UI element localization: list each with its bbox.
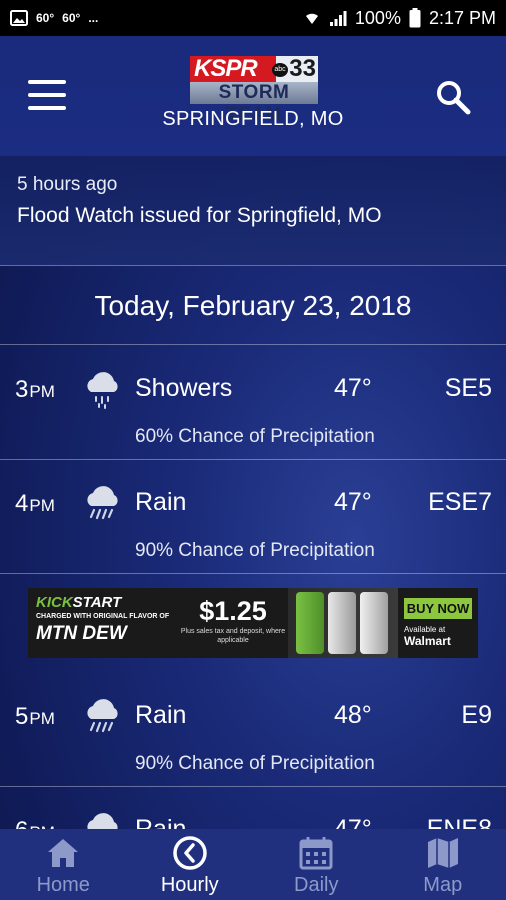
menu-line bbox=[28, 93, 66, 97]
status-bar: 60° 60° ... 100% 2:17 PM bbox=[0, 0, 506, 36]
weather-alert[interactable]: 5 hours ago Flood Watch issued for Sprin… bbox=[0, 156, 506, 266]
map-icon bbox=[427, 838, 458, 868]
battery-icon bbox=[409, 8, 421, 28]
forecast-date: Today, February 23, 2018 bbox=[0, 267, 506, 345]
menu-button[interactable] bbox=[28, 80, 66, 110]
hour-temp: 48° bbox=[334, 701, 372, 729]
home-icon bbox=[48, 839, 79, 867]
alert-time: 5 hours ago bbox=[17, 174, 118, 195]
search-icon[interactable] bbox=[434, 78, 472, 116]
ad-start-text: START bbox=[72, 594, 122, 611]
ad-kickstart: KICKSTART bbox=[36, 594, 170, 611]
nav-map[interactable]: Map bbox=[380, 829, 506, 900]
hour-condition: Rain bbox=[135, 488, 187, 516]
nav-hourly[interactable]: Hourly bbox=[127, 829, 254, 900]
menu-line bbox=[28, 80, 66, 84]
ad-price-block: $1.25 Plus sales tax and deposit, where … bbox=[178, 588, 288, 658]
hourly-row[interactable]: 5PM Rain 48° E9 90% Chance of Precipitat… bbox=[0, 673, 506, 787]
app-header: KSPR 33 abc STORM TEAM SPRINGFIELD, MO bbox=[0, 36, 506, 156]
signal-icon bbox=[329, 11, 347, 26]
ad-cta-block: BUY NOW Available at Walmart bbox=[398, 588, 478, 658]
alert-title: Flood Watch issued for Springfield, MO bbox=[17, 204, 382, 227]
status-temp-1: 60° bbox=[36, 11, 55, 25]
ad-buy-now-button[interactable]: BUY NOW bbox=[404, 598, 472, 619]
rain-icon bbox=[87, 699, 118, 733]
hour-precip: 90% Chance of Precipitation bbox=[135, 753, 375, 774]
battery-percent: 100% bbox=[354, 7, 401, 28]
ad-can bbox=[296, 592, 324, 654]
calendar-icon bbox=[299, 837, 333, 870]
hour-precip: 90% Chance of Precipitation bbox=[135, 540, 375, 561]
nav-home-label: Home bbox=[36, 874, 90, 896]
location-label: SPRINGFIELD, MO bbox=[162, 108, 344, 130]
hourly-row[interactable]: 4PM Rain 47° ESE7 90% Chance of Precipit… bbox=[0, 460, 506, 574]
hour-condition: Rain bbox=[135, 701, 187, 729]
rain-icon bbox=[87, 486, 118, 520]
nav-map-label: Map bbox=[423, 874, 463, 896]
nav-daily-label: Daily bbox=[294, 874, 339, 896]
ad-kick-text: KICK bbox=[36, 594, 73, 611]
advertisement-banner[interactable]: KICKSTART CHARGED WITH ORIGINAL FLAVOR O… bbox=[28, 588, 478, 658]
hour-condition: Showers bbox=[135, 374, 233, 402]
hour-wind: ESE7 bbox=[428, 488, 492, 516]
hour-time: 3PM bbox=[15, 376, 55, 404]
nav-daily[interactable]: Daily bbox=[253, 829, 380, 900]
status-more: ... bbox=[88, 11, 99, 25]
ad-fine-print: Plus sales tax and deposit, where applic… bbox=[180, 628, 286, 644]
hour-ampm: PM bbox=[29, 496, 55, 515]
wifi-icon bbox=[305, 13, 318, 24]
image-icon bbox=[10, 10, 28, 26]
bottom-navigation: Home Hourly Daily Map bbox=[0, 829, 506, 900]
nav-home[interactable]: Home bbox=[0, 829, 127, 900]
hour-temp: 47° bbox=[334, 374, 372, 402]
hour-precip: 60% Chance of Precipitation bbox=[135, 426, 375, 447]
ad-store: Walmart bbox=[404, 634, 451, 648]
status-right: 100% 2:17 PM bbox=[303, 8, 496, 29]
logo-storm-team-text: STORM TEAM bbox=[190, 82, 318, 125]
ad-price: $1.25 bbox=[199, 596, 267, 626]
clock-icon bbox=[173, 836, 207, 870]
ad-available-at: Available at bbox=[404, 625, 446, 634]
ad-subtitle: CHARGED WITH ORIGINAL FLAVOR OF bbox=[36, 613, 170, 620]
logo-abc-badge: abc bbox=[272, 63, 288, 77]
hour-number: 4 bbox=[15, 490, 29, 517]
hourly-row[interactable]: 3PM Showers 47° SE5 60% Chance of Precip… bbox=[0, 346, 506, 460]
hour-temp: 47° bbox=[334, 488, 372, 516]
hour-number: 5 bbox=[15, 703, 29, 730]
showers-icon bbox=[87, 372, 118, 409]
hour-number: 3 bbox=[15, 376, 29, 403]
ad-brand: MTN DEW bbox=[36, 623, 127, 644]
ad-can bbox=[360, 592, 388, 654]
status-left: 60° 60° ... bbox=[10, 10, 98, 26]
hour-time: 4PM bbox=[15, 490, 55, 518]
logo-kspr-text: KSPR bbox=[190, 56, 278, 82]
status-temp-2: 60° bbox=[62, 11, 81, 25]
hour-ampm: PM bbox=[29, 709, 55, 728]
hour-time: 5PM bbox=[15, 703, 55, 731]
hour-ampm: PM bbox=[29, 382, 55, 401]
hour-wind: E9 bbox=[461, 701, 492, 729]
kspr-storm-team-logo: KSPR 33 abc STORM TEAM bbox=[190, 56, 318, 125]
hour-wind: SE5 bbox=[444, 374, 492, 402]
ad-can bbox=[328, 592, 356, 654]
status-time: 2:17 PM bbox=[428, 7, 496, 28]
ad-product-image bbox=[288, 588, 398, 658]
nav-hourly-label: Hourly bbox=[160, 874, 219, 896]
ad-brand-block: KICKSTART CHARGED WITH ORIGINAL FLAVOR O… bbox=[28, 588, 178, 658]
